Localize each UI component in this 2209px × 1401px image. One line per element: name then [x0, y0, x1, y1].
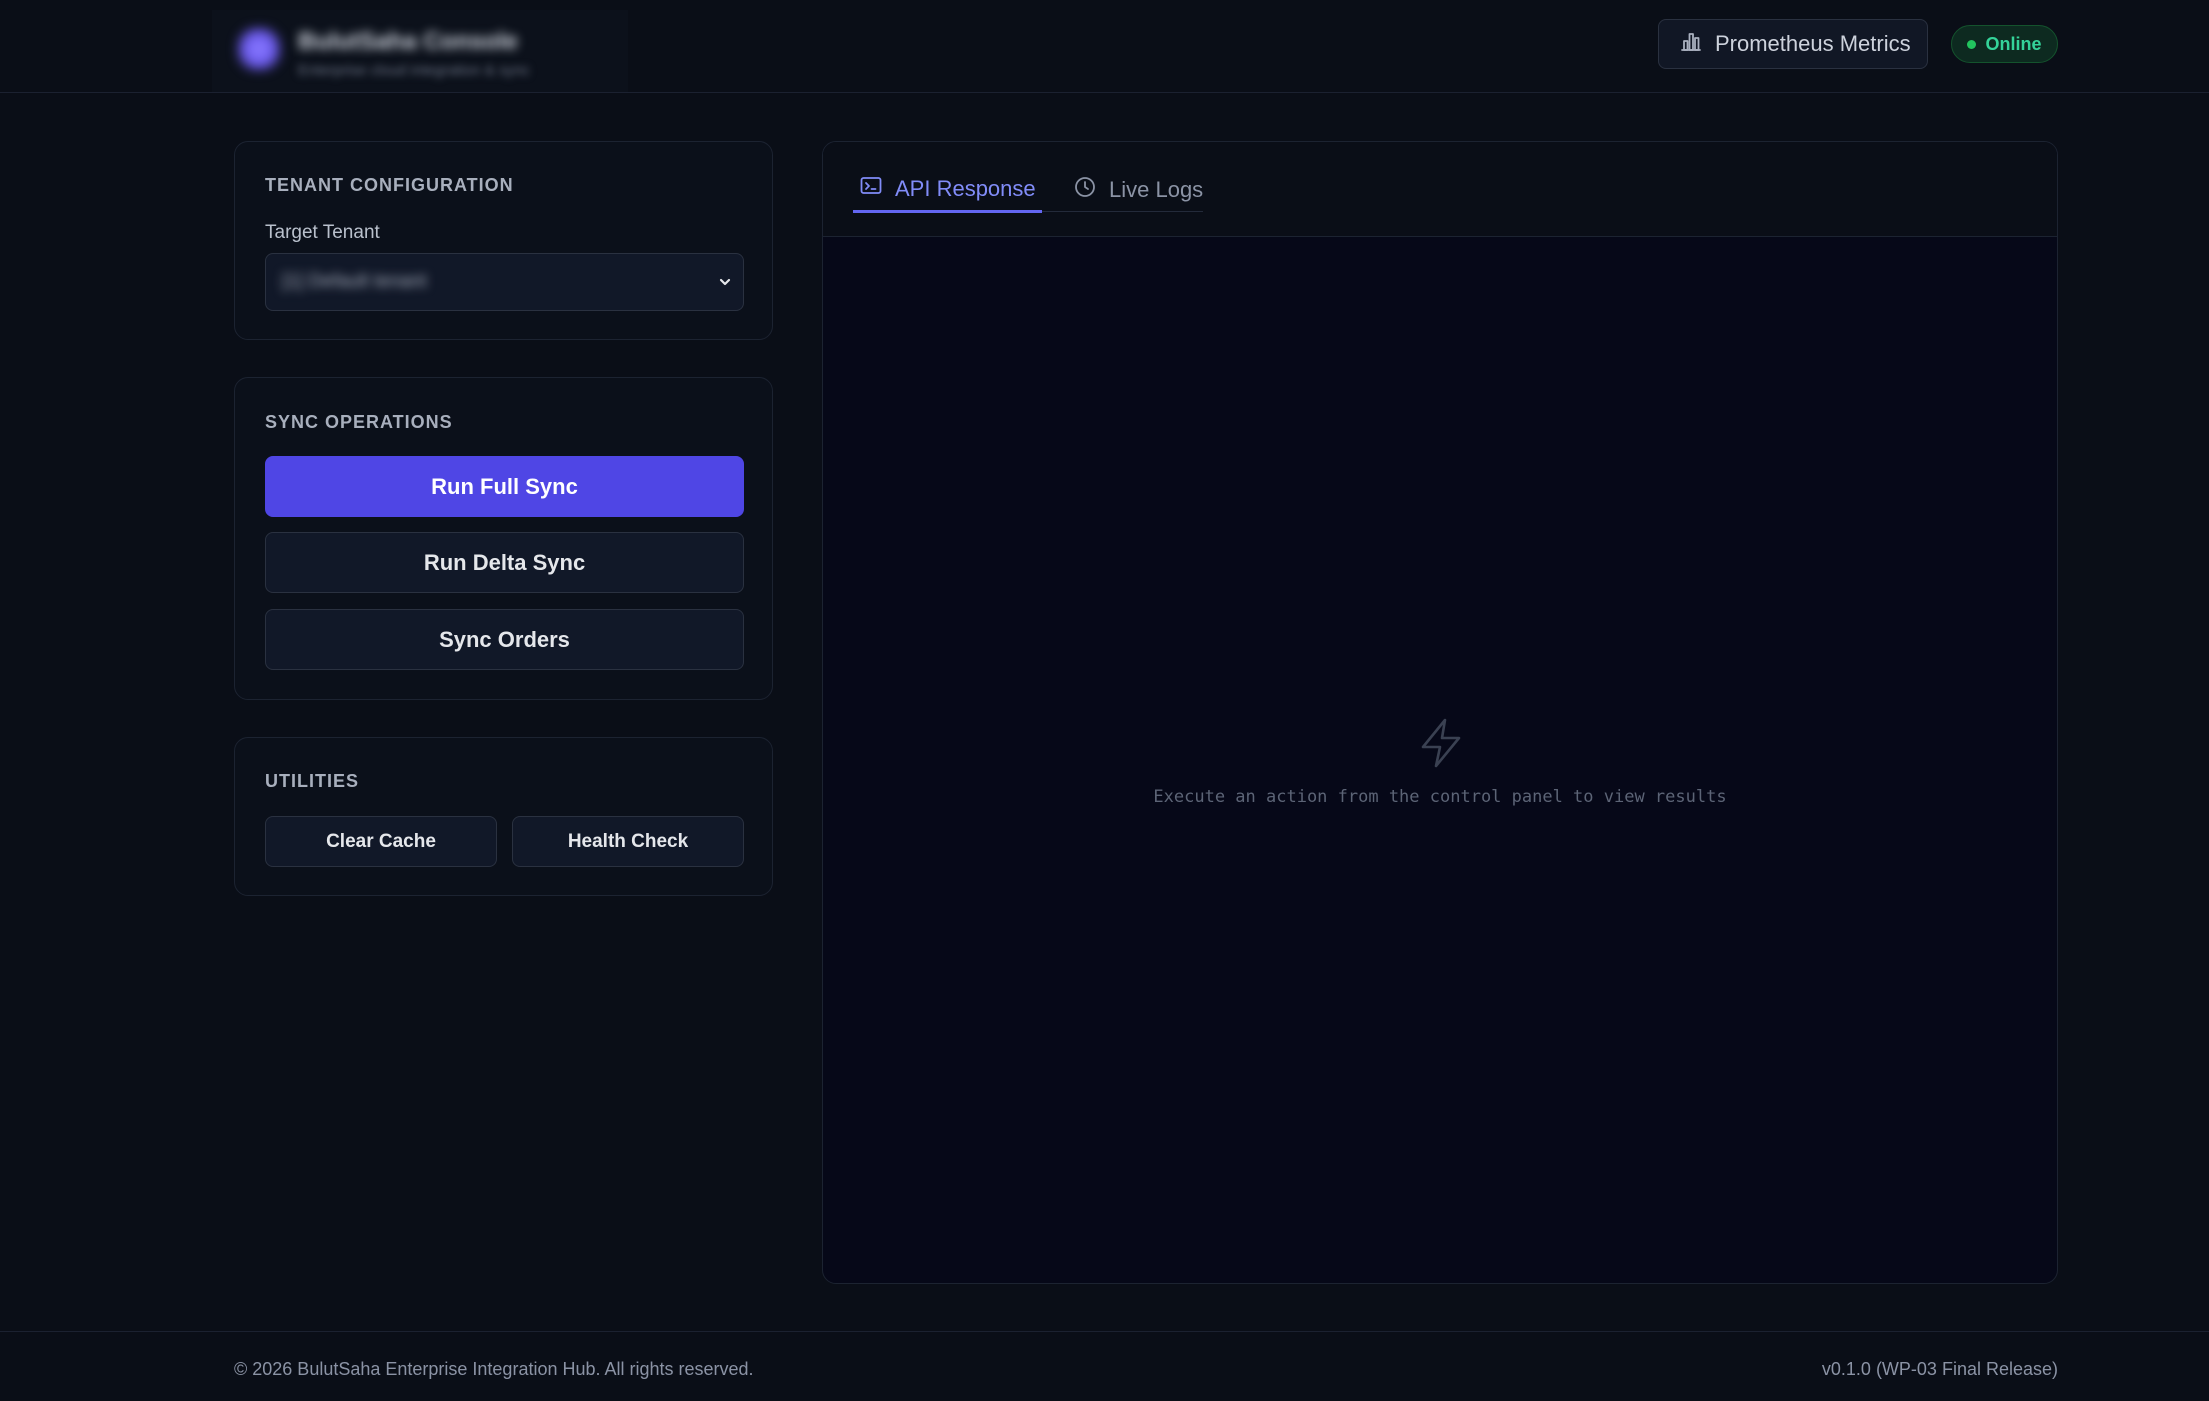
terminal-icon	[859, 174, 883, 204]
clock-icon	[1073, 175, 1097, 205]
app-footer: © 2026 BulutSaha Enterprise Integration …	[0, 1331, 2209, 1401]
brand-logo	[236, 26, 282, 72]
brand-title: BulutSaha Console	[298, 28, 519, 55]
tab-api-response[interactable]: API Response	[853, 167, 1042, 213]
target-tenant-select[interactable]: [1] Default tenant	[265, 253, 744, 311]
sync-orders-button[interactable]: Sync Orders	[265, 609, 744, 670]
lightning-icon	[1417, 717, 1465, 769]
run-delta-sync-button[interactable]: Run Delta Sync	[265, 532, 744, 593]
clear-cache-button[interactable]: Clear Cache	[265, 816, 497, 867]
status-badge: Online	[1951, 25, 2058, 63]
tenant-configuration-card: TENANT CONFIGURATION Target Tenant [1] D…	[234, 141, 773, 340]
run-full-sync-button[interactable]: Run Full Sync	[265, 456, 744, 517]
status-label: Online	[1985, 33, 2042, 54]
health-check-button[interactable]: Health Check	[512, 816, 744, 867]
prometheus-metrics-button[interactable]: Prometheus Metrics	[1658, 19, 1928, 69]
target-tenant-label: Target Tenant	[265, 222, 380, 243]
results-panel: API Response Live Logs Execute an action…	[822, 141, 2058, 1284]
brand[interactable]: BulutSaha Console Enterprise cloud integ…	[212, 10, 628, 92]
tenant-configuration-title: TENANT CONFIGURATION	[265, 175, 514, 195]
status-dot	[1967, 39, 1977, 49]
app-header: BulutSaha Console Enterprise cloud integ…	[0, 0, 2209, 93]
sync-operations-card: SYNC OPERATIONS Run Full Sync Run Delta …	[234, 377, 773, 700]
target-tenant-value: [1] Default tenant	[282, 271, 427, 292]
prometheus-metrics-label: Prometheus Metrics	[1715, 31, 1911, 56]
utilities-card: UTILITIES Clear Cache Health Check	[234, 737, 773, 896]
empty-state-message: Execute an action from the control panel…	[1153, 787, 1727, 807]
results-tabs: API Response Live Logs	[823, 142, 2057, 237]
brand-subtitle: Enterprise cloud integration & sync	[298, 62, 530, 79]
footer-copyright: © 2026 BulutSaha Enterprise Integration …	[234, 1359, 754, 1379]
tab-live-logs[interactable]: Live Logs	[1069, 167, 1207, 213]
bar-chart-icon	[1679, 29, 1703, 59]
chevron-down-icon	[715, 272, 735, 292]
utilities-title: UTILITIES	[265, 771, 359, 791]
footer-version: v0.1.0 (WP-03 Final Release)	[1821, 1359, 2058, 1379]
tab-api-response-label: API Response	[895, 175, 1036, 201]
tab-live-logs-label: Live Logs	[1109, 177, 1204, 202]
sync-operations-title: SYNC OPERATIONS	[265, 412, 453, 432]
